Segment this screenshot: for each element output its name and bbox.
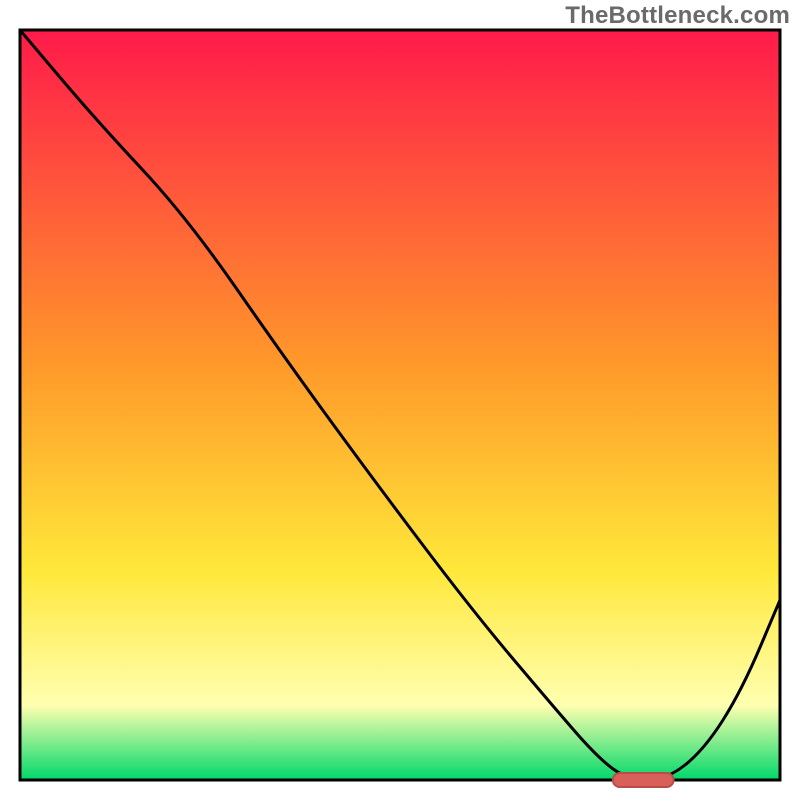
- watermark-text: TheBottleneck.com: [565, 2, 790, 30]
- chart-stage: TheBottleneck.com: [0, 0, 800, 800]
- bottleneck-chart: [0, 0, 800, 800]
- gradient-background: [20, 30, 780, 780]
- optimum-marker: [613, 773, 674, 787]
